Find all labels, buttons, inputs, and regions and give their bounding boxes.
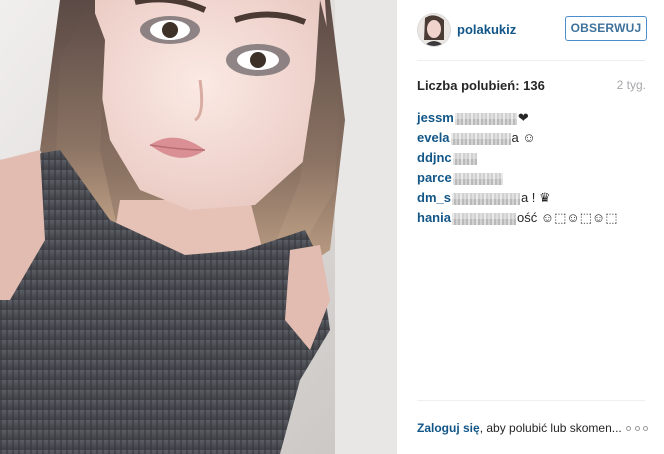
post-time[interactable]: 2 tyg. xyxy=(617,78,646,92)
comment-username[interactable]: parce xyxy=(417,170,452,185)
more-dot xyxy=(634,426,640,431)
redacted-text xyxy=(452,172,503,185)
login-prompt: Zaloguj się, aby polubić lub skomen... xyxy=(417,421,622,435)
redacted-text xyxy=(452,152,477,165)
author-username[interactable]: polakukiz xyxy=(457,22,516,37)
avatar[interactable] xyxy=(417,13,451,47)
more-dot xyxy=(626,426,631,431)
likes-count[interactable]: Liczba polubień: 136 xyxy=(417,78,545,93)
comment-text: a ☺ xyxy=(511,130,536,145)
comment-item: parce xyxy=(417,169,645,189)
redacted-text xyxy=(451,192,520,205)
comment-text: ość ☺⬚☺⬚☺⬚ xyxy=(516,210,618,225)
redacted-text xyxy=(451,212,516,225)
more-dot xyxy=(643,426,648,431)
comment-item: ddjnc xyxy=(417,149,645,169)
comment-username[interactable]: jessm xyxy=(417,110,454,125)
comment-username[interactable]: evela xyxy=(417,130,450,145)
post-sidebar: polakukiz OBSERWUJ Liczba polubień: 136 … xyxy=(397,0,664,454)
login-prompt-text: , aby polubić lub skomen... xyxy=(479,421,622,435)
follow-button[interactable]: OBSERWUJ xyxy=(565,16,647,41)
selfie-photo-image xyxy=(0,0,397,454)
comment-list: jessm ❤ evela a ☺ ddjnc parce dm_s a ! ♛ ha… xyxy=(417,109,645,229)
heart-icon: ❤ xyxy=(517,110,529,125)
comment-item: evela a ☺ xyxy=(417,129,645,149)
comment-item: dm_s a ! ♛ xyxy=(417,189,645,209)
post-view: polakukiz OBSERWUJ Liczba polubień: 136 … xyxy=(0,0,664,454)
footer-divider xyxy=(417,400,645,401)
comment-item: jessm ❤ xyxy=(417,109,645,129)
comment-username[interactable]: hania xyxy=(417,210,451,225)
post-photo[interactable] xyxy=(0,0,397,454)
header-divider xyxy=(417,60,645,61)
comment-username[interactable]: ddjnc xyxy=(417,150,452,165)
comment-text: a ! ♛ xyxy=(520,190,551,205)
post-header: polakukiz OBSERWUJ xyxy=(397,0,664,60)
comment-username[interactable]: dm_s xyxy=(417,190,451,205)
login-link[interactable]: Zaloguj się xyxy=(417,421,480,435)
comment-item: hania ość ☺⬚☺⬚☺⬚ xyxy=(417,209,645,229)
avatar-image xyxy=(418,14,450,46)
redacted-text xyxy=(454,112,517,125)
more-options-icon[interactable] xyxy=(626,426,648,432)
redacted-text xyxy=(450,132,511,145)
